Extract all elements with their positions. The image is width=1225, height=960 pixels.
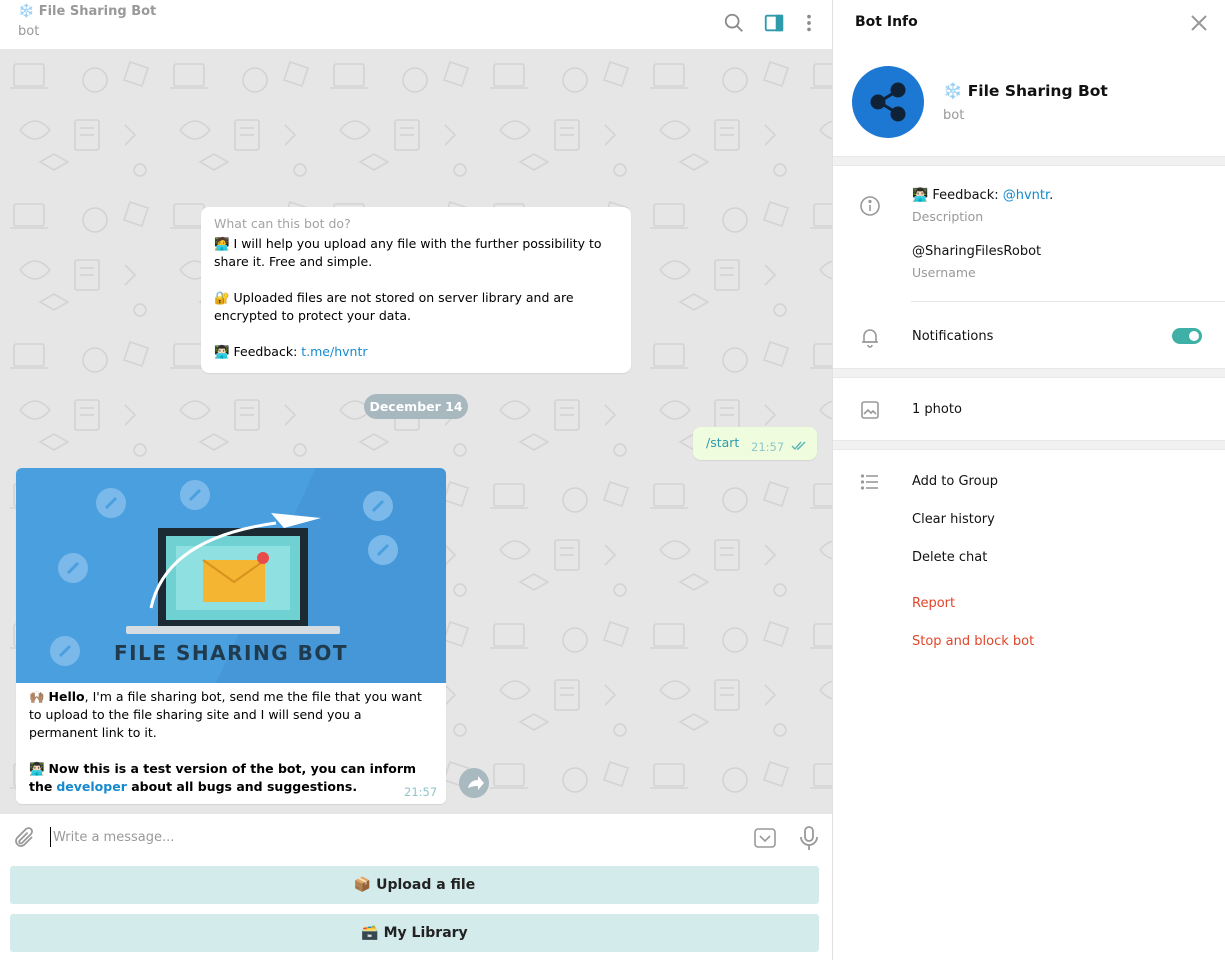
feedback-link[interactable]: t.me/hvntr — [301, 344, 367, 359]
description-label: Description — [912, 209, 984, 224]
sidebar-toggle-icon[interactable] — [763, 12, 785, 34]
incoming-message[interactable]: FILE SHARING BOT 🙌🏽 Hello, I'm a file sh… — [16, 468, 446, 804]
date-separator: December 14 — [364, 394, 468, 419]
hello-bold: Hello — [48, 689, 85, 704]
list-icon — [859, 471, 881, 493]
divider — [911, 301, 1225, 302]
message-time: 21:57 — [751, 440, 785, 454]
username-text[interactable]: @SharingFilesRobot — [912, 244, 1041, 259]
chat-area: ❄️ File Sharing Bot bot What can this bo… — [0, 0, 832, 960]
info-card-line: 🧑‍💻 I will help you upload any file with… — [214, 236, 602, 269]
bot-info-panel: Bot Info ❄️ File Sharing Bot bot 👨🏻‍💻 Fe… — [832, 0, 1225, 960]
photo-icon — [859, 399, 881, 421]
message-input[interactable] — [50, 827, 730, 847]
chat-header: ❄️ File Sharing Bot bot — [0, 0, 832, 50]
note-end: about all bugs and suggestions. — [126, 779, 358, 794]
description-end: . — [1049, 188, 1054, 203]
search-icon[interactable] — [723, 12, 745, 34]
hello-rest: , I'm a file sharing bot, send me the fi… — [29, 689, 422, 740]
double-check-icon — [791, 441, 806, 451]
incoming-message-text: 🙌🏽 Hello, I'm a file sharing bot, send m… — [29, 688, 433, 796]
add-to-group-button[interactable]: Add to Group — [912, 474, 998, 489]
chat-status: bot — [18, 24, 40, 39]
bell-icon — [859, 326, 881, 348]
bot-description-card: What can this bot do? 🧑‍💻 I will help yo… — [201, 207, 631, 373]
description-text: 👨🏻‍💻 Feedback: @hvntr. — [912, 188, 1053, 203]
close-icon[interactable] — [1188, 12, 1210, 34]
developer-link[interactable]: developer — [56, 779, 127, 794]
forward-button[interactable] — [459, 768, 489, 798]
more-menu-icon[interactable] — [798, 12, 820, 34]
my-library-button[interactable]: 🗃️ My Library — [10, 914, 819, 952]
outgoing-message[interactable]: /start 21:57 — [693, 427, 817, 460]
section-divider — [833, 440, 1225, 450]
info-card-title: What can this bot do? — [214, 216, 351, 231]
section-divider — [833, 156, 1225, 166]
upload-file-button[interactable]: 📦 Upload a file — [10, 866, 819, 904]
forward-icon — [468, 776, 484, 790]
share-icon — [870, 82, 906, 122]
section-divider — [833, 368, 1225, 378]
info-card-feedback: 👨🏻‍💻 Feedback: t.me/hvntr — [214, 343, 618, 361]
clear-history-button[interactable]: Clear history — [912, 512, 995, 527]
message-list[interactable]: What can this bot do? 🧑‍💻 I will help yo… — [0, 50, 832, 814]
outgoing-message-text[interactable]: /start — [706, 435, 739, 450]
message-composer — [0, 814, 832, 860]
bot-name: ❄️ File Sharing Bot — [943, 82, 1108, 100]
message-time: 21:57 — [404, 785, 438, 799]
shared-photos-link[interactable]: 1 photo — [912, 402, 962, 417]
report-button[interactable]: Report — [912, 596, 955, 611]
bot-banner-image[interactable]: FILE SHARING BOT — [16, 468, 446, 683]
description-prefix: 👨🏻‍💻 Feedback: — [912, 188, 1003, 203]
feedback-label: 👨🏻‍💻 Feedback: — [214, 344, 302, 359]
hello-emoji: 🙌🏽 — [29, 689, 49, 704]
info-card-line: 🔐 Uploaded files are not stored on serve… — [214, 290, 574, 323]
chat-title[interactable]: ❄️ File Sharing Bot — [18, 4, 156, 19]
note-emoji: 👨🏻‍💻 — [29, 761, 49, 776]
stop-and-block-button[interactable]: Stop and block bot — [912, 634, 1034, 649]
bot-keyboard-icon[interactable] — [753, 826, 777, 850]
delete-chat-button[interactable]: Delete chat — [912, 550, 987, 565]
banner-title: FILE SHARING BOT — [114, 641, 348, 665]
microphone-icon[interactable] — [797, 825, 821, 851]
username-label: Username — [912, 265, 976, 280]
panel-title: Bot Info — [855, 14, 918, 30]
notifications-toggle[interactable] — [1172, 328, 1202, 344]
description-link[interactable]: @hvntr — [1003, 188, 1049, 203]
info-icon — [859, 195, 881, 217]
attach-icon[interactable] — [12, 826, 36, 850]
bot-status: bot — [943, 108, 965, 123]
avatar[interactable] — [852, 66, 924, 138]
notifications-label: Notifications — [912, 329, 994, 344]
